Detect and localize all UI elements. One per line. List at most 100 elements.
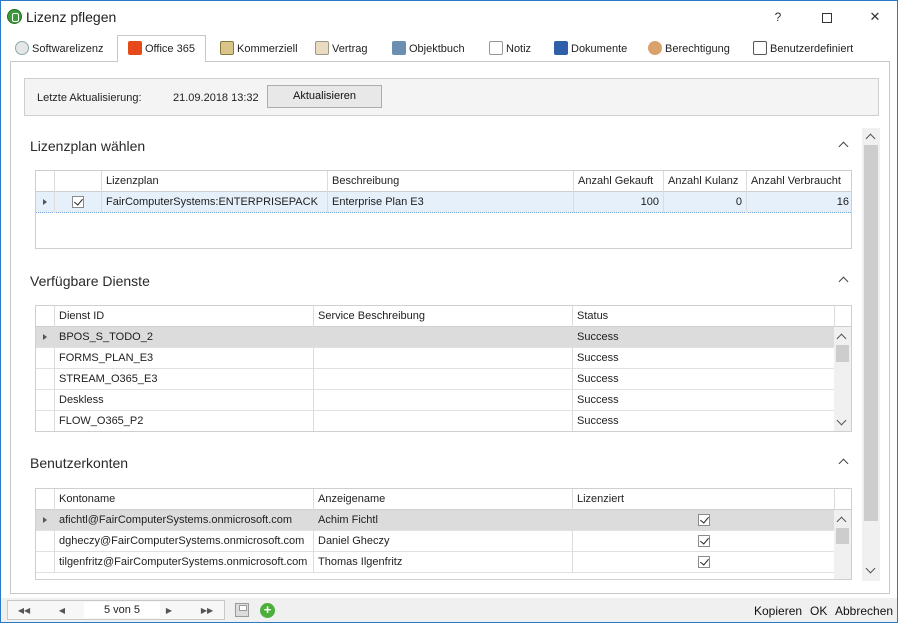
service-status-cell[interactable]: Success [573,369,835,390]
copy-button[interactable]: Kopieren [754,604,802,618]
column-header-anzahl-verbraucht[interactable]: Anzahl Verbraucht [747,171,851,192]
checkbox-checked-icon[interactable] [697,556,710,569]
scrollbar-thumb[interactable] [836,345,849,362]
table-row[interactable]: BPOS_S_TODO_2 Success [36,327,835,348]
plan-description-cell[interactable]: Enterprise Plan E3 [328,192,574,213]
maximize-button[interactable] [804,3,850,31]
column-header-kontoname[interactable]: Kontoname [55,489,314,510]
tab-benutzerdefiniert[interactable]: Benutzerdefiniert [753,37,853,61]
column-header-dienst-id[interactable]: Dienst ID [55,306,314,327]
service-status-cell[interactable]: Success [573,411,835,431]
column-header-service-beschreibung[interactable]: Service Beschreibung [314,306,573,327]
license-plan-title: Lizenzplan wählen [30,138,146,154]
account-licensed-cell[interactable] [573,531,835,552]
service-description-cell[interactable] [314,327,573,348]
column-header-status[interactable]: Status [573,306,835,327]
table-row[interactable]: Deskless Success [36,390,835,411]
column-header-anzahl-gekauft[interactable]: Anzahl Gekauft [574,171,664,192]
column-header-beschreibung[interactable]: Beschreibung [328,171,574,192]
scroll-up-icon[interactable] [865,133,876,144]
scroll-up-icon[interactable] [836,333,847,344]
tab-office-365[interactable]: Office 365 [117,35,206,62]
column-header-anzahl-kulanz[interactable]: Anzahl Kulanz [664,171,747,192]
plan-name-cell[interactable]: FairComputerSystems:ENTERPRISEPACK [102,192,328,213]
tab-label: Softwarelizenz [32,43,104,55]
help-button[interactable]: ? [755,3,801,31]
plan-used-cell[interactable]: 16 [747,192,851,213]
service-description-cell[interactable] [314,369,573,390]
row-indicator [36,390,55,411]
tab-kommerziell[interactable]: Kommerziell [220,37,298,61]
tab-objektbuch[interactable]: Objektbuch [392,37,465,61]
service-description-cell[interactable] [314,390,573,411]
last-record-button[interactable]: ▶▶ [197,603,217,618]
close-button[interactable]: ✕ [852,3,898,31]
service-description-cell[interactable] [314,411,573,431]
collapse-license-plan-icon[interactable] [837,138,851,152]
scroll-up-icon[interactable] [836,516,847,527]
collapse-services-icon[interactable] [837,273,851,287]
previous-record-button[interactable]: ◀ [52,603,72,618]
scroll-down-icon[interactable] [865,563,876,574]
add-icon[interactable]: + [260,603,275,618]
table-row[interactable]: tilgenfritz@FairComputerSystems.onmicros… [36,552,835,573]
scrollbar-thumb[interactable] [864,145,878,521]
tab-dokumente[interactable]: Dokumente [554,37,627,61]
services-title: Verfügbare Dienste [30,273,150,289]
scroll-down-icon[interactable] [836,415,847,426]
tab-softwarelizenz[interactable]: Softwarelizenz [15,37,104,61]
tab-vertrag[interactable]: Vertrag [315,37,367,61]
checkbox-checked-icon[interactable] [697,514,710,527]
plan-select-cell[interactable] [55,192,102,213]
service-id-cell[interactable]: BPOS_S_TODO_2 [55,327,314,348]
table-row[interactable]: STREAM_O365_E3 Success [36,369,835,390]
services-grid: Dienst ID Service Beschreibung Status BP… [35,305,852,432]
account-name-cell[interactable]: dgheczy@FairComputerSystems.onmicrosoft.… [55,531,314,552]
service-id-cell[interactable]: STREAM_O365_E3 [55,369,314,390]
license-plan-header: Lizenzplan Beschreibung Anzahl Gekauft A… [36,171,851,192]
service-id-cell[interactable]: Deskless [55,390,314,411]
ok-button[interactable]: OK [810,604,827,618]
table-row[interactable]: FORMS_PLAN_E3 Success [36,348,835,369]
service-status-cell[interactable]: Success [573,348,835,369]
accounts-scrollbar[interactable] [834,510,851,579]
panel-scrollbar[interactable] [862,128,880,581]
table-row[interactable]: FairComputerSystems:ENTERPRISEPACK Enter… [36,192,851,213]
account-name-cell[interactable]: tilgenfritz@FairComputerSystems.onmicros… [55,552,314,573]
current-row-indicator [36,327,55,348]
scrollbar-thumb[interactable] [836,528,849,544]
plan-goodwill-cell[interactable]: 0 [664,192,747,213]
account-display-cell[interactable]: Achim Fichtl [314,510,573,531]
table-row[interactable]: afichtl@FairComputerSystems.onmicrosoft.… [36,510,835,531]
service-status-cell[interactable]: Success [573,327,835,348]
select-column-header[interactable] [55,171,102,192]
table-row[interactable]: FLOW_O365_P2 Success [36,411,835,431]
table-row[interactable]: dgheczy@FairComputerSystems.onmicrosoft.… [36,531,835,552]
next-record-button[interactable]: ▶ [159,603,179,618]
checkbox-checked-icon[interactable] [72,196,84,209]
refresh-button[interactable]: Aktualisieren [267,85,382,108]
column-header-lizenziert[interactable]: Lizenziert [573,489,835,510]
collapse-accounts-icon[interactable] [837,455,851,469]
tab-notiz[interactable]: Notiz [489,37,531,61]
account-licensed-cell[interactable] [573,552,835,573]
plan-bought-cell[interactable]: 100 [574,192,664,213]
service-id-cell[interactable]: FLOW_O365_P2 [55,411,314,431]
column-header-anzeigename[interactable]: Anzeigename [314,489,573,510]
service-description-cell[interactable] [314,348,573,369]
tab-label: Dokumente [571,43,628,55]
service-id-cell[interactable]: FORMS_PLAN_E3 [55,348,314,369]
save-icon[interactable] [235,603,249,617]
account-licensed-cell[interactable] [573,510,835,531]
first-record-button[interactable]: ◀◀ [14,603,34,618]
tab-berechtigung[interactable]: Berechtigung [648,37,730,61]
service-status-cell[interactable]: Success [573,390,835,411]
record-position-field[interactable]: 5 von 5 [84,602,160,618]
account-name-cell[interactable]: afichtl@FairComputerSystems.onmicrosoft.… [55,510,314,531]
cancel-button[interactable]: Abbrechen [835,604,893,618]
services-scrollbar[interactable] [834,327,851,431]
account-display-cell[interactable]: Thomas Ilgenfritz [314,552,573,573]
checkbox-checked-icon[interactable] [697,535,710,548]
account-display-cell[interactable]: Daniel Gheczy [314,531,573,552]
column-header-lizenzplan[interactable]: Lizenzplan [102,171,328,192]
